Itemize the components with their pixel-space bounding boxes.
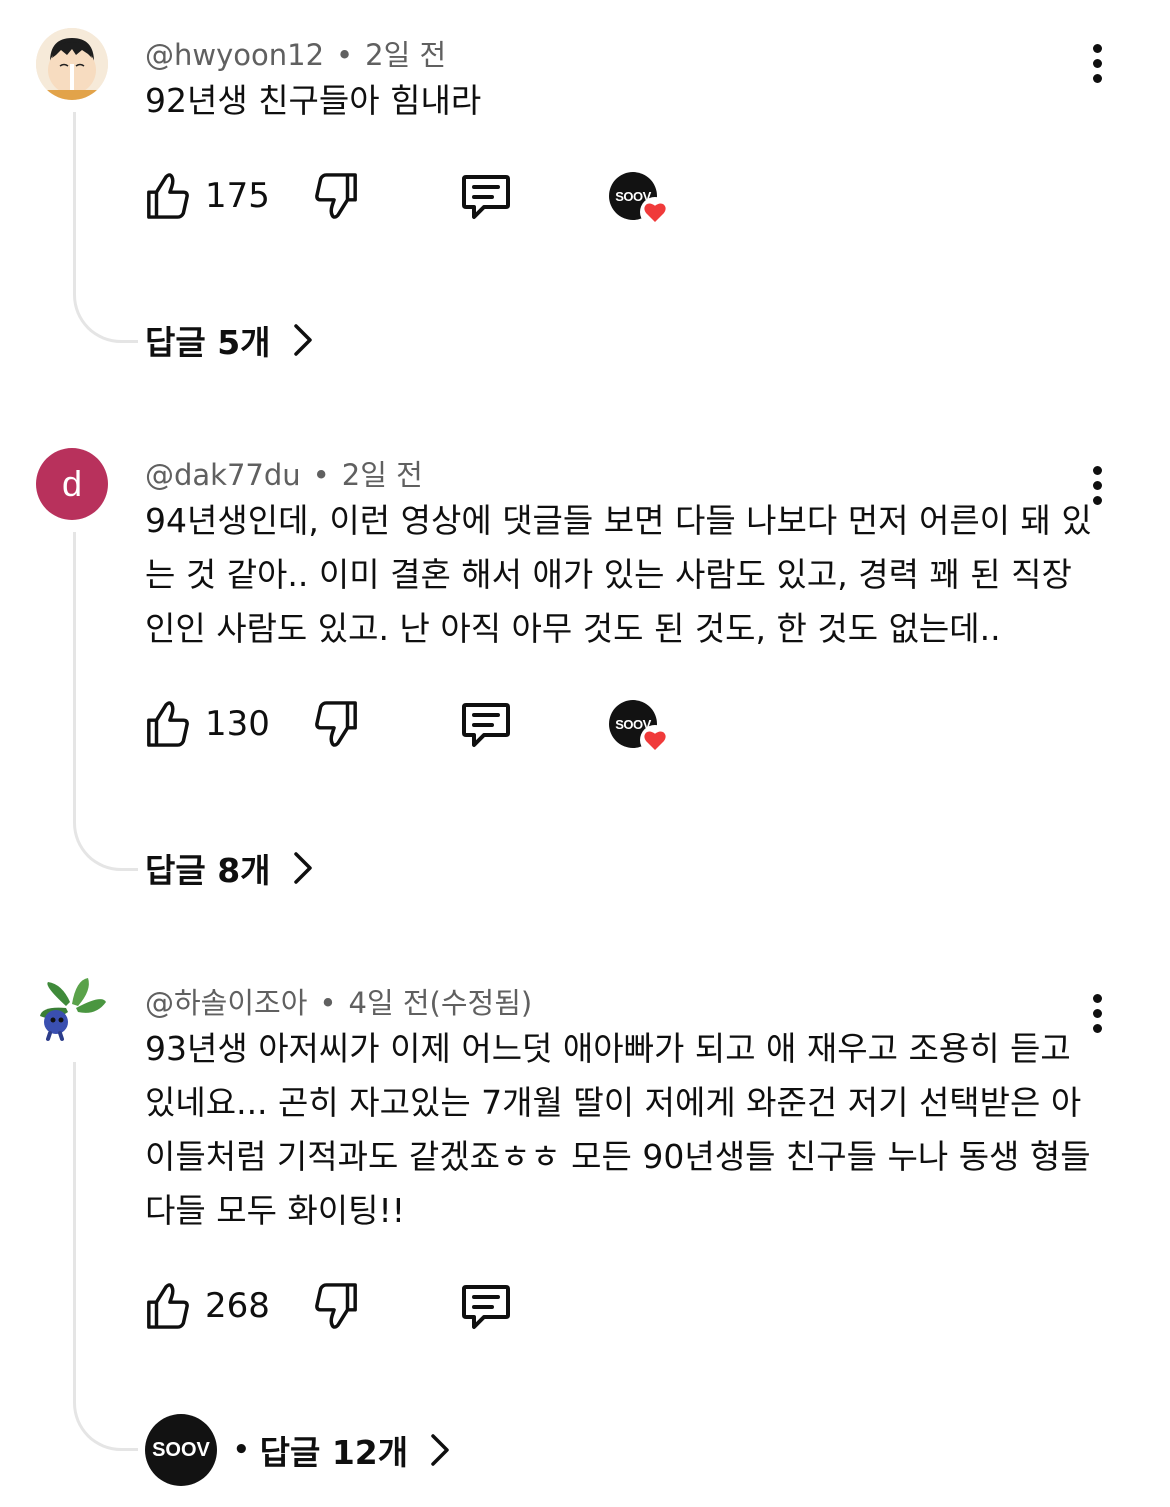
reply-icon <box>462 703 510 747</box>
replies-button[interactable]: 답글 5개 <box>145 310 313 370</box>
separator-dot: • <box>312 458 330 492</box>
dislike-icon <box>315 173 357 219</box>
avatar[interactable] <box>36 976 108 1048</box>
thread-line <box>73 1062 138 1451</box>
replies-button[interactable]: SOOV • 답글 12개 <box>145 1413 450 1487</box>
comment-actions: 130 SOOV <box>145 694 745 755</box>
dislike-button[interactable] <box>313 166 359 226</box>
avatar[interactable]: d <box>36 448 108 520</box>
reply-button[interactable] <box>460 1276 512 1336</box>
creator-reply-avatar: SOOV <box>145 1414 217 1486</box>
chevron-right-icon <box>430 1433 450 1467</box>
comment-meta: @하솔이조아 • 4일 전(수정됨) <box>145 980 532 1022</box>
separator-dot: • <box>336 38 354 72</box>
like-count: 268 <box>205 1286 270 1326</box>
like-button[interactable]: 130 <box>145 694 270 754</box>
username[interactable]: @하솔이조아 <box>145 986 307 1020</box>
comment-text: 93년생 아저씨가 이제 어느덧 애아빠가 되고 애 재우고 조용히 듣고있네요… <box>145 1029 1091 1230</box>
like-button[interactable]: 268 <box>145 1276 270 1336</box>
timestamp: 2일 전 <box>365 38 447 72</box>
comment-actions: 175 SOOV <box>145 166 745 227</box>
reply-button[interactable] <box>460 166 512 226</box>
like-icon <box>147 1283 189 1329</box>
like-button[interactable]: 175 <box>145 166 270 226</box>
chevron-right-icon <box>293 851 313 885</box>
username[interactable]: @dak77du <box>145 458 301 492</box>
reply-icon <box>462 175 510 219</box>
comment-text: 92년생 친구들아 힘내라 <box>145 81 482 120</box>
dislike-icon <box>315 701 357 747</box>
separator-dot: • <box>233 1435 250 1465</box>
like-count: 175 <box>205 176 270 216</box>
heart-icon <box>640 197 670 227</box>
timestamp: 4일 전(수정됨) <box>348 986 533 1020</box>
replies-label: 답글 5개 <box>145 323 271 362</box>
comment-meta: @dak77du • 2일 전 <box>145 452 423 494</box>
like-icon <box>147 701 189 747</box>
dislike-button[interactable] <box>313 1276 359 1336</box>
separator-dot: • <box>319 986 337 1020</box>
reply-button[interactable] <box>460 694 512 754</box>
username[interactable]: @hwyoon12 <box>145 38 324 72</box>
replies-label: 답글 12개 <box>259 1433 409 1472</box>
heart-icon <box>640 725 670 755</box>
dislike-button[interactable] <box>313 694 359 754</box>
avatar-letter: d <box>61 463 83 504</box>
thread-line <box>73 112 138 343</box>
reply-icon <box>462 1285 510 1329</box>
comment-actions: 268 <box>145 1276 745 1336</box>
replies-button[interactable]: 답글 8개 <box>145 838 313 898</box>
timestamp: 2일 전 <box>341 458 423 492</box>
chevron-right-icon <box>293 323 313 357</box>
avatar[interactable] <box>36 28 108 100</box>
replies-label: 답글 8개 <box>145 851 271 890</box>
thread-line <box>73 532 138 871</box>
like-count: 130 <box>205 704 270 744</box>
dislike-icon <box>315 1283 357 1329</box>
comment-text: 94년생인데, 이런 영상에 댓글들 보면 다들 나보다 먼저 어른이 돼 있는… <box>145 501 1092 648</box>
like-icon <box>147 173 189 219</box>
comment-meta: @hwyoon12 • 2일 전 <box>145 32 446 74</box>
